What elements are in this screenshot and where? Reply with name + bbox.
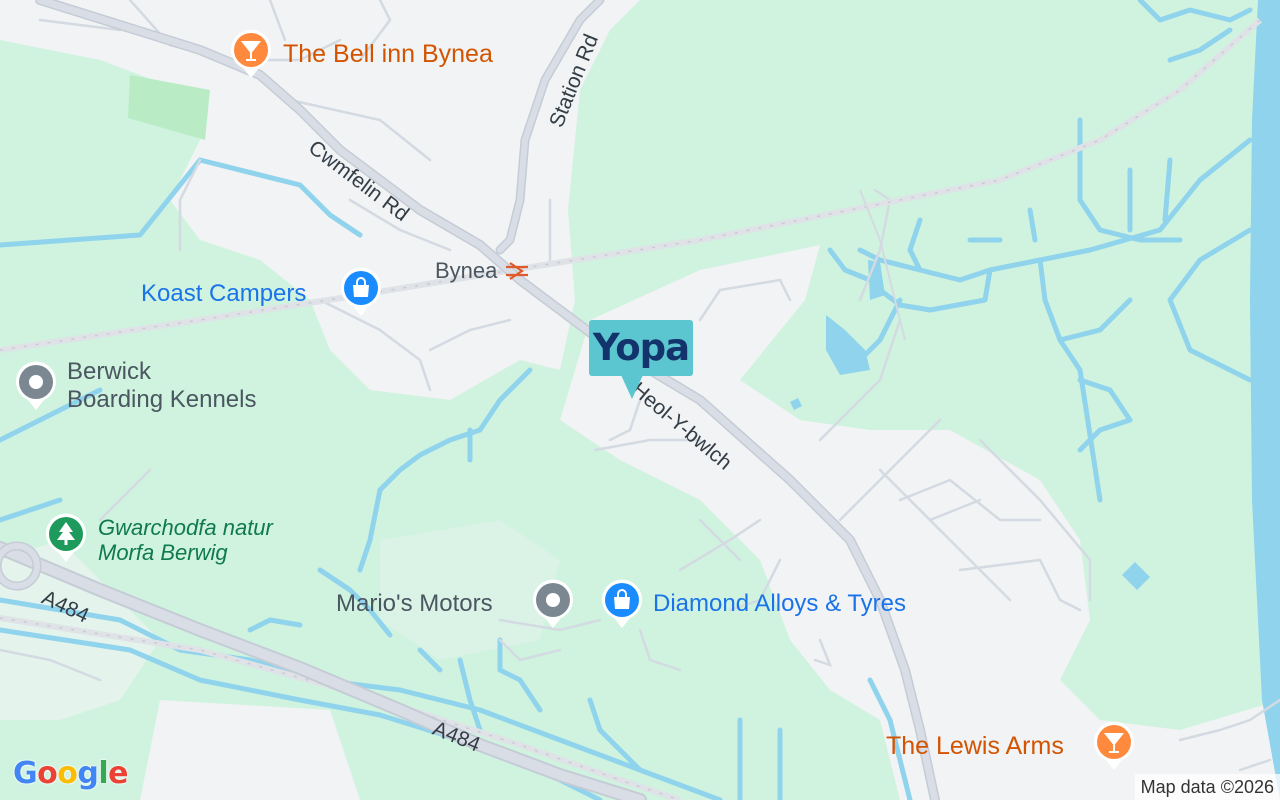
yopa-marker-pointer [621,375,643,399]
poi-koast-campers[interactable]: Koast Campers [141,280,306,308]
poi-marios-motors[interactable]: Mario's Motors [336,590,493,618]
google-logo-text: Google [13,756,129,791]
shopping-bag-icon[interactable] [600,578,644,630]
station-label[interactable]: Bynea [435,258,530,283]
google-logo[interactable]: Google [13,756,129,791]
shopping-bag-icon[interactable] [339,266,383,318]
yopa-logo-text: Yopa [592,326,690,369]
bar-icon[interactable] [229,28,273,80]
poi-berwick-line2: Boarding Kennels [67,385,257,413]
poi-berwick-line1: Berwick [67,358,152,385]
bar-icon[interactable] [1092,720,1136,772]
tree-icon[interactable] [44,512,88,564]
poi-bell-inn-bynea[interactable]: The Bell inn Bynea [283,40,493,69]
map-attribution[interactable]: Map data ©2026 [1134,774,1280,800]
poi-gwarchodfa-natur[interactable]: Gwarchodfa natur Morfa Berwig [98,515,273,566]
station-name: Bynea [435,258,498,283]
place-dot-icon[interactable] [531,578,575,630]
poi-gwarchodfa-line2: Morfa Berwig [98,540,228,566]
poi-berwick-boarding-kennels[interactable]: Berwick Boarding Kennels [67,358,256,413]
yopa-marker[interactable]: Yopa [589,320,693,376]
rail-icon [505,262,528,280]
poi-gwarchodfa-line1: Gwarchodfa natur [98,515,273,540]
poi-diamond-alloys-tyres[interactable]: Diamond Alloys & Tyres [653,590,906,618]
place-dot-icon[interactable] [14,360,58,412]
poi-lewis-arms[interactable]: The Lewis Arms [886,732,1064,761]
